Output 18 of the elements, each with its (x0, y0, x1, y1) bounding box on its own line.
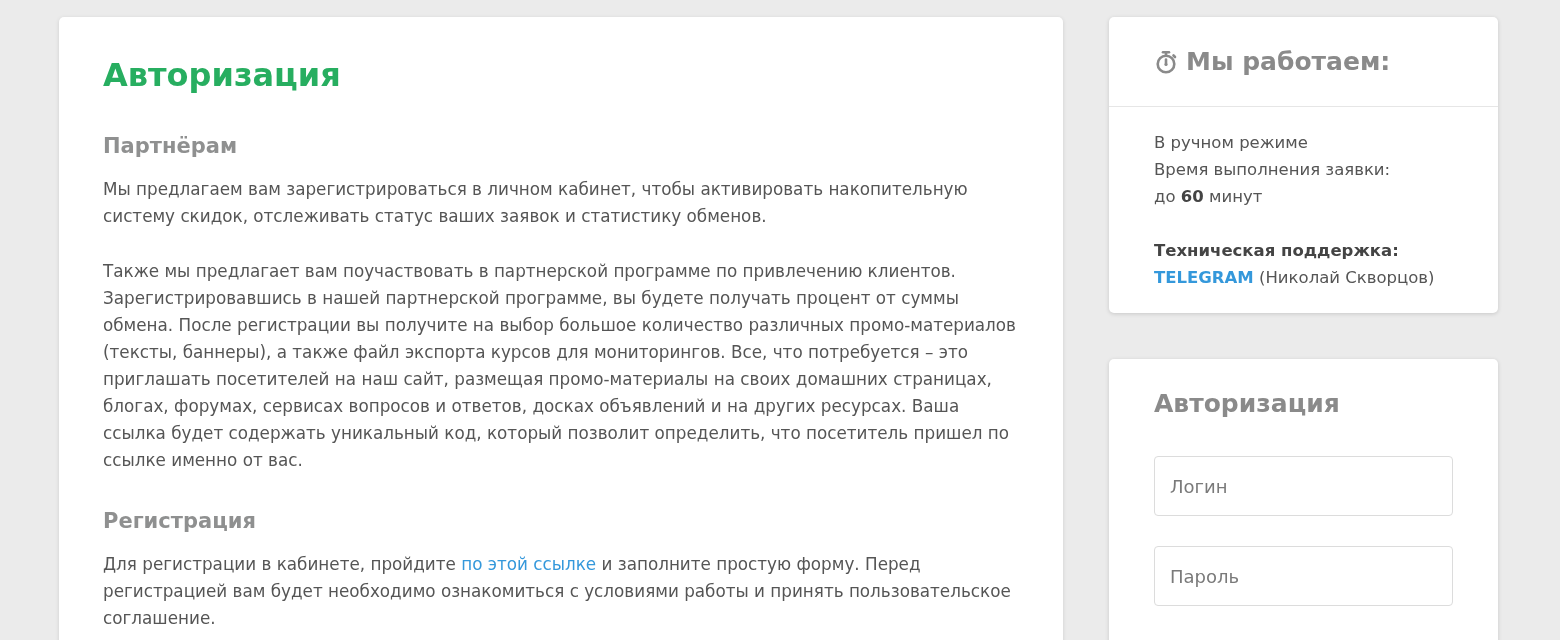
stopwatch-icon (1154, 49, 1178, 74)
schedule-text: до 60 минут (1154, 186, 1264, 208)
text-link[interactable]: по этой ссылке (461, 554, 597, 574)
support-label: Техническая поддержка: (1154, 240, 1400, 262)
page-title: Авторизация (103, 55, 342, 95)
contact-name: (Николай Скворцов) (1259, 268, 1435, 287)
section-heading: Регистрация (103, 508, 257, 535)
schedule-text: Время выполнения заявки: (1154, 159, 1392, 181)
paragraph-text: Для регистрации в кабинете, пройдите по этой ссылке и заполните простую форму. Перед регистрацией вам будет необходимо ознакомиться с условиями работы и принять пользовательское соглашение. (103, 553, 1012, 630)
card-title: Авторизация (1154, 388, 1341, 420)
section-heading: Партнёрам (103, 133, 239, 160)
input-field[interactable]: Пароль (1154, 546, 1453, 606)
paragraph-text: Мы предлагаем вам зарегистрироваться в личном кабинет, чтобы активировать накопительную систему скидок, отслеживать статус ваших заявок и статистику обменов. (103, 178, 969, 228)
card-title: Мы работаем: (1186, 47, 1391, 76)
telegram-link[interactable]: TELEGRAM (1154, 268, 1254, 287)
paragraph-text: Также мы предлагает вам поучаствовать в партнерской программе по привлечению клиентов. Зарегистрировавшись в нашей партнерской программе, вы будете получать процент от суммы обмена. После регистрации вы получите на выбор большое количество различных промо-материалов (тексты, баннеры), а также файл экспорта курсов для мониторингов. Все, что потребуется – это приглашать посетителей на наш сайт, размещая промо-материалы на своих домашних страницах, блогах, форумах, сервисах вопросов и ответов, досках объявлений и на других ресурсах. Ваша ссылка будет содержать уникальный код, который позволит определить, что посетитель пришел по ссылке именно от вас. (103, 260, 1017, 472)
input-field[interactable]: Логин (1154, 456, 1453, 516)
schedule-text: В ручном режиме (1154, 132, 1309, 154)
